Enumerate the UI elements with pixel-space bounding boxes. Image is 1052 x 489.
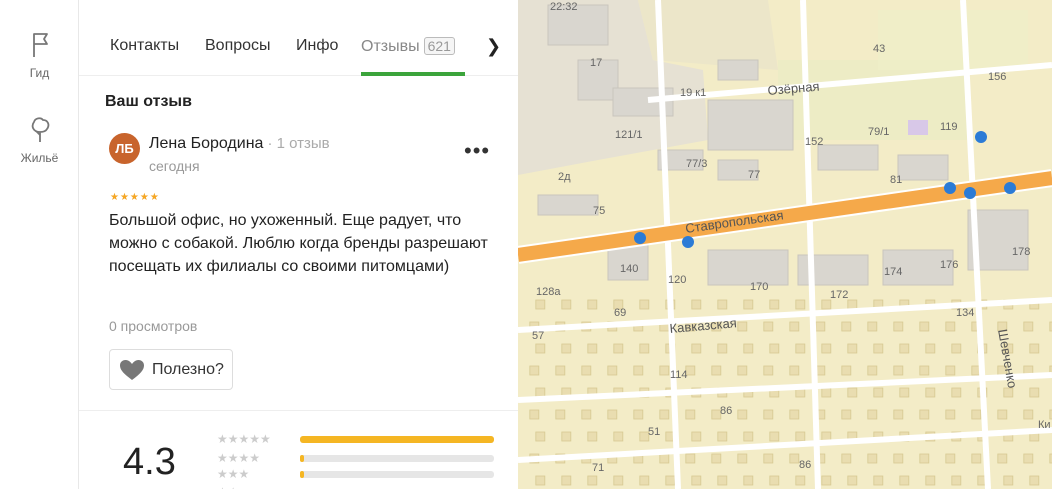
house-number-label: 120	[668, 274, 686, 286]
house-number-label: 57	[532, 330, 544, 342]
helpful-button[interactable]: Полезно?	[109, 349, 233, 390]
place-panel: Контакты Вопросы Инфо Отзывы 621 ❯ Ваш от…	[79, 0, 518, 489]
house-number-label: 69	[614, 307, 626, 319]
rating-bar-stars: ★★	[217, 485, 239, 489]
house-number-label: 178	[1012, 246, 1030, 258]
tab-contacts[interactable]: Контакты	[110, 37, 179, 55]
house-number-label: 77/3	[686, 158, 707, 170]
heart-icon	[120, 359, 144, 380]
rating-bar-stars: ★★★★	[217, 451, 261, 465]
house-number-label: 77	[748, 169, 760, 181]
house-number-label: 152	[805, 136, 823, 148]
review-text: Большой офис, но ухоженный. Еще радует, …	[109, 212, 488, 275]
review-stars: ★★★★★	[110, 192, 160, 203]
tab-info[interactable]: Инфо	[296, 37, 338, 55]
house-number-label: Ки	[1038, 419, 1051, 431]
review-views: 0 просмотров	[109, 318, 198, 334]
house-number-label: 128а	[536, 286, 561, 298]
tree-icon	[31, 117, 49, 142]
rating-bar-track	[300, 455, 494, 462]
rating-bar-track	[300, 436, 494, 443]
house-number-label: 2д	[558, 171, 571, 183]
house-number-label: 75	[593, 205, 605, 217]
house-number-label: 172	[830, 289, 848, 301]
rail-guide[interactable]: Гид	[0, 30, 79, 80]
map-view[interactable]: Ставропольская Озёрная Кавказская Шевчен…	[518, 0, 1052, 489]
rail-guide-label: Гид	[29, 66, 50, 80]
house-number-label: 134	[956, 307, 974, 319]
house-number-label: 17	[590, 57, 602, 69]
house-number-label: 170	[750, 281, 768, 293]
house-number-label: 22:32	[550, 1, 578, 13]
author-meta: · 1 отзыв	[267, 135, 330, 152]
house-number-label: 51	[648, 426, 660, 438]
helpful-label: Полезно?	[152, 360, 224, 378]
reviews-count-badge: 621	[423, 37, 455, 55]
flag-icon	[32, 33, 48, 57]
house-number-label: 71	[592, 462, 604, 474]
rating-bar-stars: ★★★	[217, 467, 250, 481]
rating-bar-stars: ★★★★★	[217, 432, 271, 446]
tab-reviews-label: Отзывы	[361, 38, 420, 55]
more-options-icon[interactable]: •••	[464, 138, 490, 164]
house-number-label: 119	[940, 121, 958, 133]
house-number-label: 174	[884, 266, 902, 278]
house-number-label: 114	[670, 369, 688, 381]
divider	[79, 410, 518, 411]
house-number-label: 81	[890, 174, 902, 186]
house-number-label: 19 к1	[680, 87, 706, 99]
house-number-label: 86	[720, 405, 732, 417]
rating-value: 4.3	[123, 441, 176, 483]
rating-bar-fill	[300, 436, 494, 443]
house-number-label: 121/1	[615, 129, 643, 141]
rating-bar-fill	[300, 471, 304, 478]
house-number-label: 86	[799, 459, 811, 471]
left-rail: Гид Жильё	[0, 0, 79, 489]
house-number-label: 156	[988, 71, 1006, 83]
house-number-label: 176	[940, 259, 958, 271]
rating-bar-track	[300, 471, 494, 478]
author-name[interactable]: Лена Бородина	[149, 135, 263, 152]
section-title: Ваш отзыв	[105, 93, 192, 110]
house-number-label: 43	[873, 43, 885, 55]
house-number-label: 140	[620, 263, 638, 275]
house-number-label: 79/1	[868, 126, 889, 138]
chevron-right-icon[interactable]: ❯	[486, 36, 501, 57]
avatar[interactable]: ЛБ	[109, 133, 140, 164]
tab-reviews[interactable]: Отзывы 621	[361, 37, 455, 56]
rating-bar-fill	[300, 455, 304, 462]
review-date: сегодня	[149, 158, 200, 174]
rail-housing-label: Жильё	[20, 151, 59, 165]
tab-bar: Контакты Вопросы Инфо Отзывы 621 ❯	[79, 0, 518, 76]
review-author: Лена Бородина · 1 отзыв	[149, 135, 330, 153]
tab-questions[interactable]: Вопросы	[205, 37, 271, 55]
map-canvas[interactable]: Ставропольская Озёрная Кавказская Шевчен…	[518, 0, 1052, 489]
rail-housing[interactable]: Жильё	[0, 115, 79, 165]
active-tab-indicator	[361, 72, 465, 76]
